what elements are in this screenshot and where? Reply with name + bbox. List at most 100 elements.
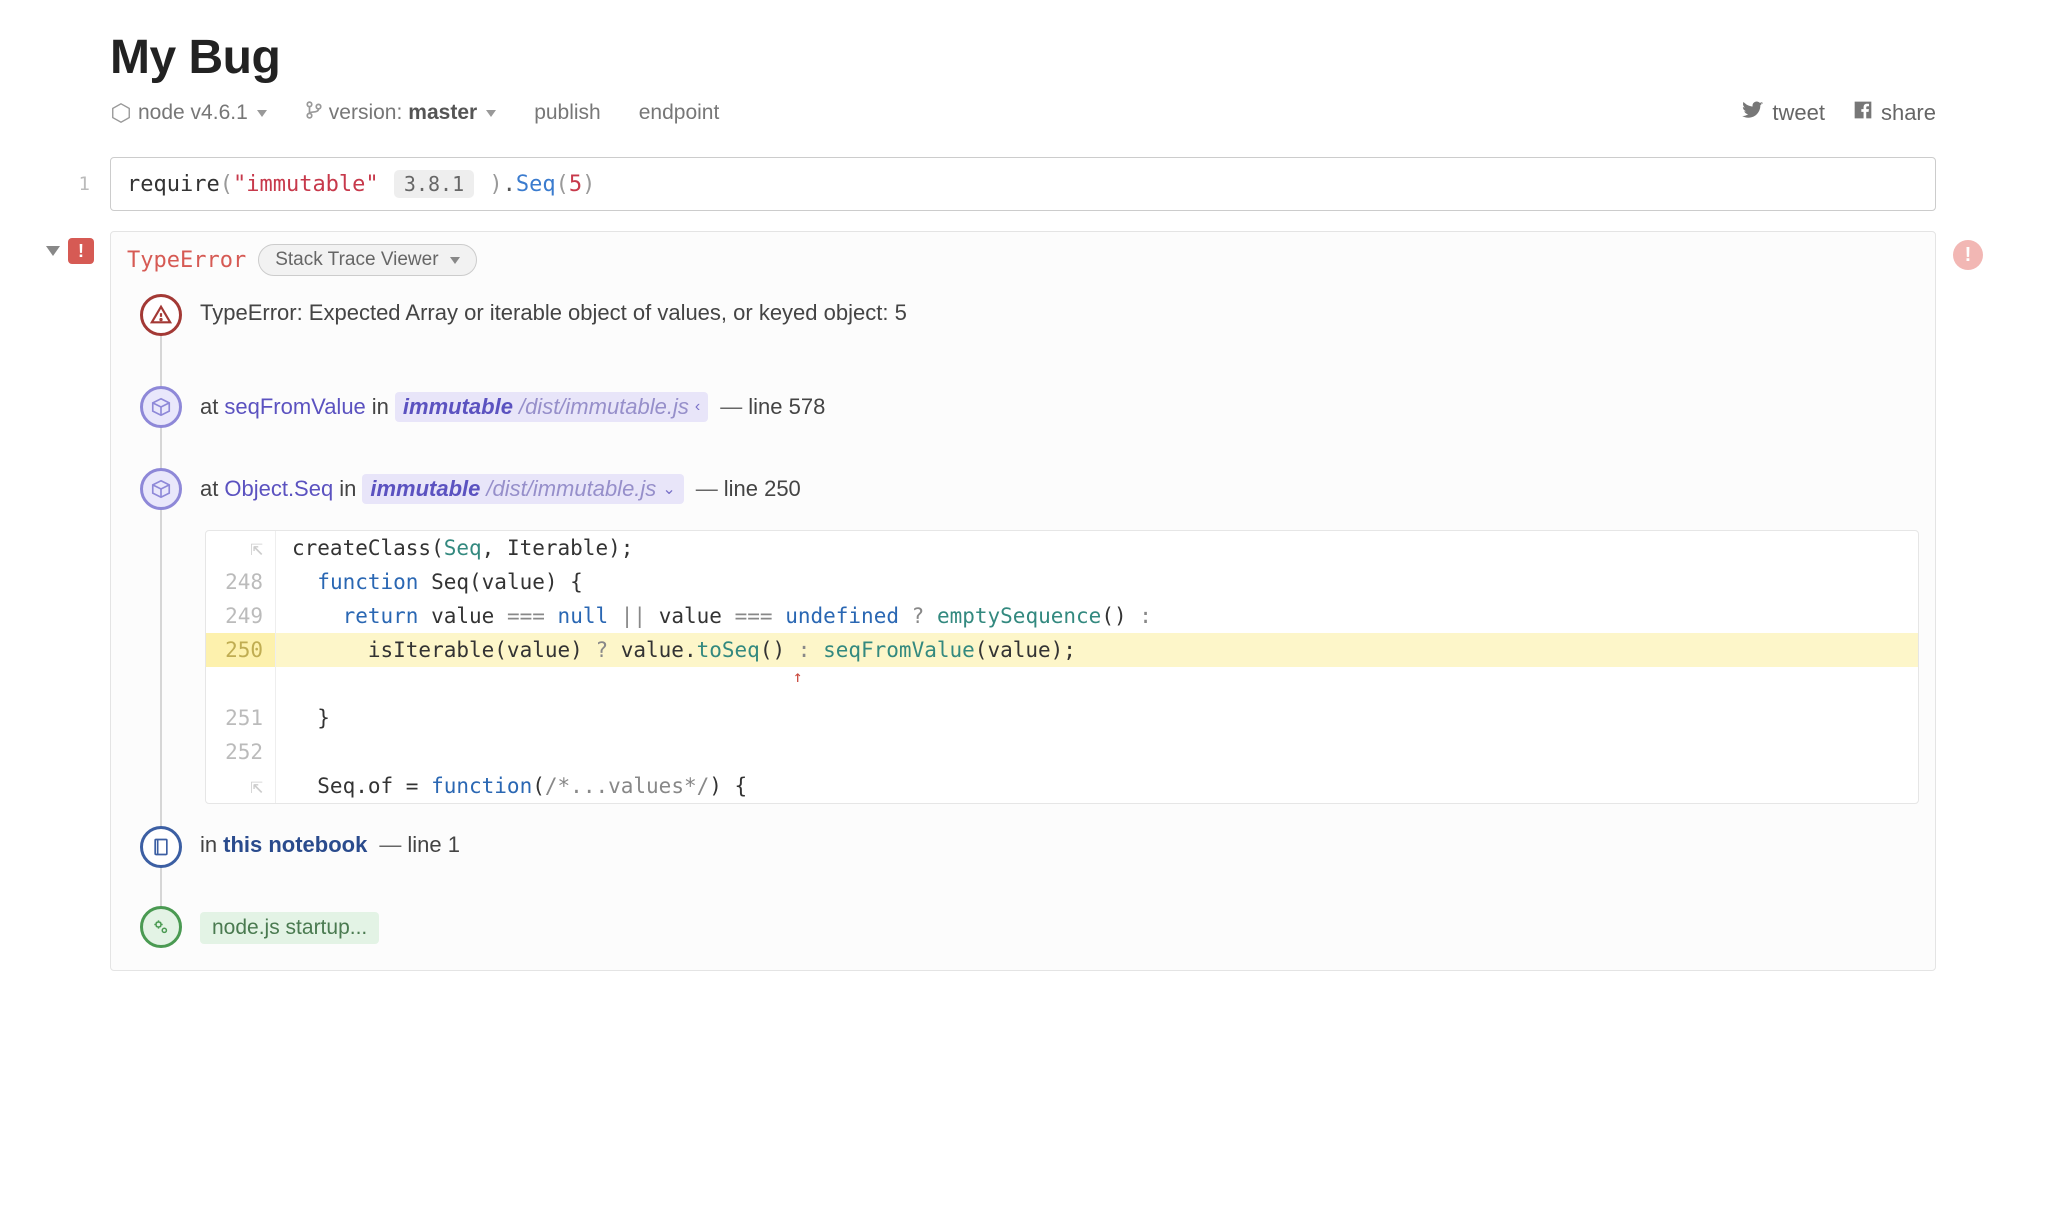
- facebook-icon: [1853, 100, 1873, 126]
- source-row: 248 function Seq(value) {: [206, 565, 1918, 599]
- stack-frame[interactable]: at seqFromValue in immutable/dist/immuta…: [161, 386, 1919, 428]
- source-row: ⇱createClass(Seq, Iterable);: [206, 531, 1918, 565]
- package-icon: [140, 468, 182, 510]
- node-startup-label: node.js startup...: [200, 912, 379, 944]
- source-code: Seq.of = function(/*...values*/) {: [276, 769, 1918, 803]
- notebook-icon: [140, 826, 182, 868]
- gears-icon: [140, 906, 182, 948]
- code-token: (: [556, 172, 569, 197]
- code-token: "immutable": [233, 172, 379, 197]
- viewer-label: Stack Trace Viewer: [275, 249, 438, 271]
- source-line-number: 251: [206, 701, 276, 735]
- share-button[interactable]: share: [1853, 99, 1936, 127]
- frame-in: in: [200, 832, 217, 858]
- line-number: 1: [79, 173, 90, 195]
- source-code: createClass(Seq, Iterable);: [276, 531, 1918, 565]
- trace-error-message: TypeError: Expected Array or iterable ob…: [161, 294, 1919, 336]
- frame-in: in: [339, 476, 356, 502]
- code-token: require: [127, 172, 220, 197]
- stack-trace-viewer-selector[interactable]: Stack Trace Viewer: [258, 244, 476, 276]
- frame-function: Object.Seq: [224, 476, 333, 502]
- tweet-button[interactable]: tweet: [1742, 99, 1825, 127]
- node-icon: [110, 102, 132, 124]
- frame-path-package: immutable: [370, 476, 480, 502]
- error-type: TypeError: [127, 248, 246, 273]
- notebook-frame[interactable]: in this notebook — line 1: [161, 826, 1919, 868]
- error-message-text: TypeError: Expected Array or iterable ob…: [200, 294, 907, 326]
- source-line-number: 248: [206, 565, 276, 599]
- version-selector[interactable]: version: master: [305, 101, 496, 125]
- frame-dash: —: [720, 394, 742, 420]
- chevron-down-icon: [450, 257, 460, 264]
- code-token: ): [489, 172, 502, 197]
- frame-line: line 578: [748, 394, 825, 420]
- publish-button[interactable]: publish: [534, 101, 601, 125]
- toolbar: node v4.6.1 version: master publish endp…: [110, 99, 1936, 127]
- node-version-selector[interactable]: node v4.6.1: [110, 101, 267, 125]
- source-code: return value === null || value === undef…: [276, 599, 1918, 633]
- source-code: ↑: [276, 667, 1918, 701]
- chevron-down-icon: [486, 110, 496, 117]
- frame-dash: —: [379, 832, 401, 858]
- frame-line: line 250: [724, 476, 801, 502]
- twitter-icon: [1742, 99, 1764, 127]
- source-code: function Seq(value) {: [276, 565, 1918, 599]
- frame-path-file: /dist/immutable.js: [519, 394, 689, 420]
- frame-line: line 1: [407, 832, 460, 858]
- source-line-number: 252: [206, 735, 276, 769]
- tweet-label: tweet: [1772, 100, 1825, 126]
- frame-at: at: [200, 476, 218, 502]
- collapse-toggle[interactable]: [46, 246, 60, 256]
- frame-in: in: [372, 394, 389, 420]
- source-row: ↑: [206, 667, 1918, 701]
- package-icon: [140, 386, 182, 428]
- source-preview: ⇱createClass(Seq, Iterable);248 function…: [205, 530, 1919, 804]
- version-value: master: [408, 101, 477, 125]
- chevron-down-icon: ⌄: [662, 479, 675, 499]
- branch-icon: [305, 101, 323, 125]
- error-indicator-icon: !: [1953, 240, 1983, 270]
- notebook-link[interactable]: this notebook: [223, 832, 367, 858]
- frame-path[interactable]: immutable/dist/immutable.js ⌄: [362, 474, 683, 504]
- code-token: (: [220, 172, 233, 197]
- error-badge: !: [68, 238, 94, 264]
- source-row: 251 }: [206, 701, 1918, 735]
- frame-path-package: immutable: [403, 394, 513, 420]
- frame-function: seqFromValue: [224, 394, 365, 420]
- code-token: ): [582, 172, 595, 197]
- code-input[interactable]: require("immutable" 3.8.1 ).Seq(5): [110, 157, 1936, 211]
- source-code: }: [276, 701, 1918, 735]
- warning-icon: [140, 294, 182, 336]
- frame-at: at: [200, 394, 218, 420]
- share-label: share: [1881, 100, 1936, 126]
- source-line-number: [206, 667, 276, 701]
- package-version-badge[interactable]: 3.8.1: [394, 170, 474, 198]
- source-row: 250 isIterable(value) ? value.toSeq() : …: [206, 633, 1918, 667]
- chevron-left-icon: ‹: [695, 398, 700, 416]
- output-panel: ! TypeError Stack Trace Viewer TypeErro: [110, 231, 1936, 971]
- version-prefix: version:: [329, 101, 403, 125]
- code-token: .: [503, 172, 516, 197]
- stack-frame[interactable]: at Object.Seq in immutable/dist/immutabl…: [161, 468, 1919, 510]
- source-code: [276, 735, 1918, 769]
- chevron-down-icon: [257, 110, 267, 117]
- code-token: Seq: [516, 172, 556, 197]
- node-version-label: node v4.6.1: [138, 101, 248, 125]
- source-line-number: 250: [206, 633, 276, 667]
- frame-dash: —: [696, 476, 718, 502]
- source-line-number: 249: [206, 599, 276, 633]
- source-line-number: ⇱: [206, 531, 276, 565]
- node-startup-frame[interactable]: node.js startup...: [161, 906, 1919, 948]
- code-token: 5: [569, 172, 582, 197]
- source-code: isIterable(value) ? value.toSeq() : seqF…: [276, 633, 1918, 667]
- page-title: My Bug: [110, 30, 1936, 85]
- input-cell: 1 require("immutable" 3.8.1 ).Seq(5): [0, 157, 2046, 211]
- stack-trace: TypeError: Expected Array or iterable ob…: [127, 294, 1919, 948]
- endpoint-button[interactable]: endpoint: [639, 101, 720, 125]
- source-row: 249 return value === null || value === u…: [206, 599, 1918, 633]
- source-row: ⇱ Seq.of = function(/*...values*/) {: [206, 769, 1918, 803]
- frame-path-file: /dist/immutable.js: [486, 476, 656, 502]
- source-row: 252: [206, 735, 1918, 769]
- source-line-number: ⇱: [206, 769, 276, 803]
- frame-path[interactable]: immutable/dist/immutable.js ‹: [395, 392, 708, 422]
